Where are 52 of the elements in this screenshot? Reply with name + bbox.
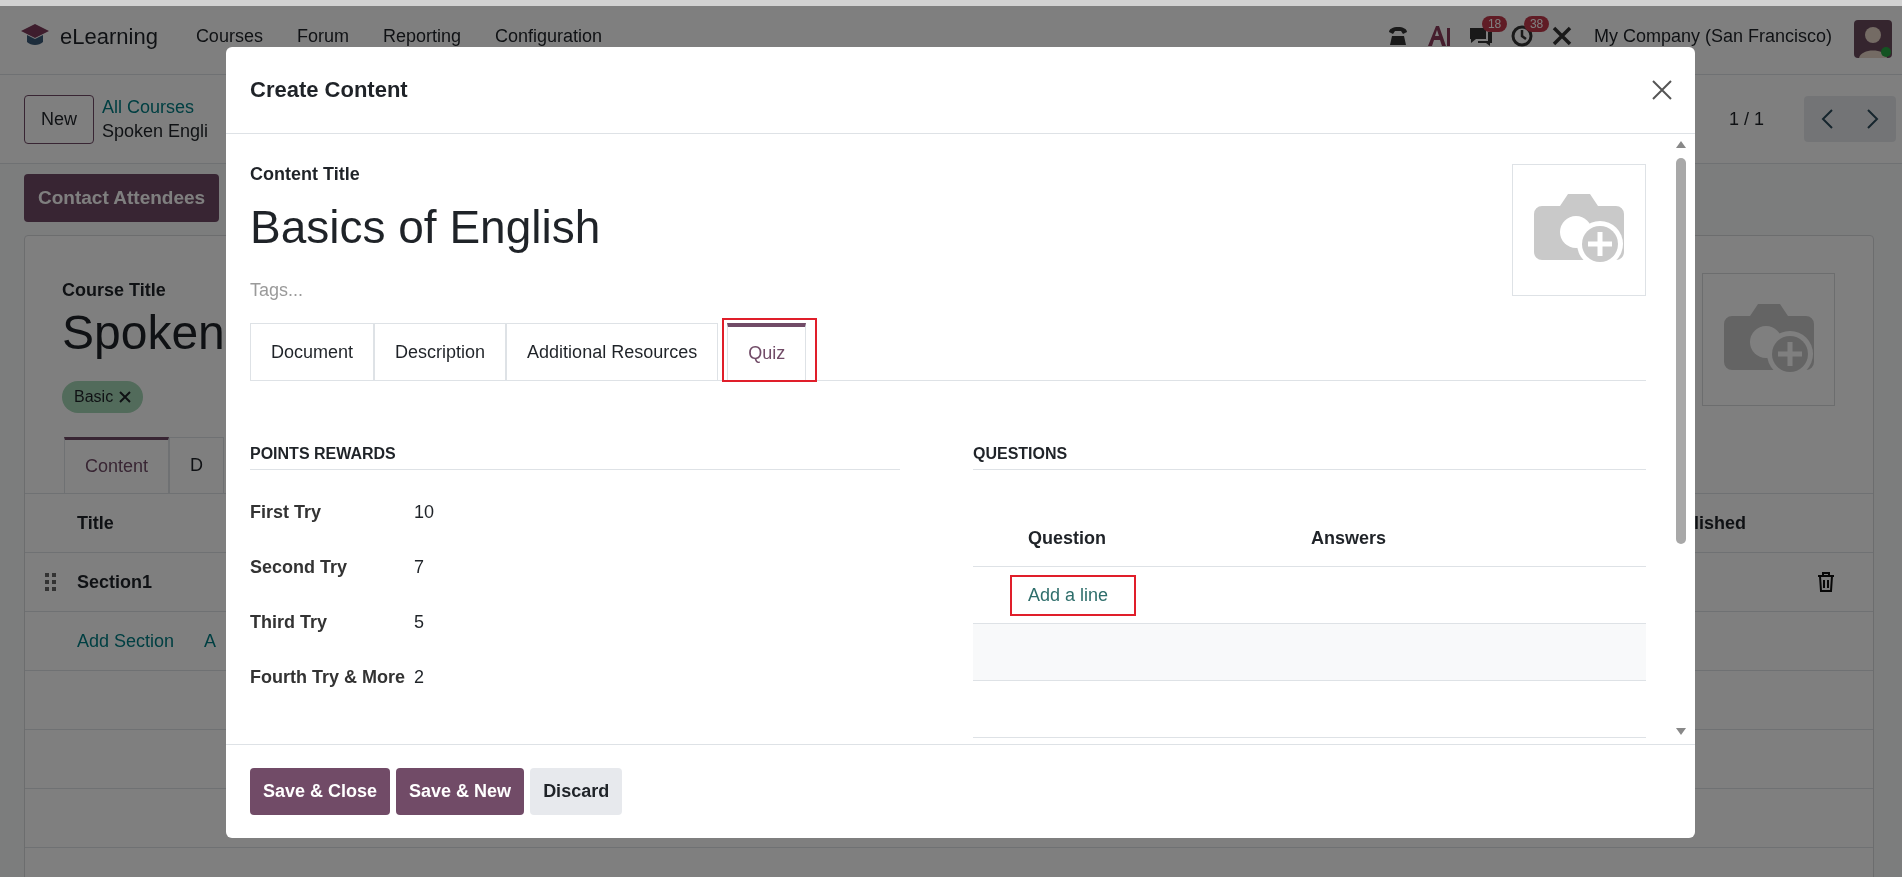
menu-item[interactable]: Forum <box>296 26 349 47</box>
menu-item[interactable]: Reporting <box>382 26 461 47</box>
footer-button[interactable]: Save & Close <box>250 768 391 815</box>
menu-item[interactable]: Courses <box>195 26 263 47</box>
column-header[interactable]: Answers <box>1311 527 1646 549</box>
chevron-right-icon <box>1866 108 1880 130</box>
column-header[interactable]: Question <box>1028 527 1311 549</box>
section-heading: QUESTIONS <box>973 445 1646 470</box>
notification-badge: 18 <box>1481 16 1508 32</box>
app-name[interactable]: eLearning <box>60 24 158 50</box>
points-value[interactable]: 5 <box>414 612 900 633</box>
tab[interactable]: Description <box>374 323 507 380</box>
remove-icon[interactable] <box>119 391 132 403</box>
course-title: Spoken <box>62 305 225 361</box>
contact-attendees-button[interactable]: Contact Attendees <box>24 174 220 222</box>
add-link[interactable]: A <box>204 630 217 651</box>
section-heading: POINTS REWARDS <box>250 445 900 470</box>
tag[interactable]: Basic <box>62 381 144 413</box>
section-title: Section1 <box>77 571 153 593</box>
pager-value[interactable]: 1 / 1 <box>1728 108 1764 130</box>
field-label: Second Try <box>250 557 349 578</box>
field-label: Content Title <box>250 164 361 185</box>
tab[interactable]: D <box>169 437 225 493</box>
points-value[interactable]: 7 <box>414 557 900 578</box>
points-value[interactable]: 10 <box>414 502 900 523</box>
menu-item[interactable]: Configuration <box>494 26 603 47</box>
tab[interactable]: Additional Resources <box>506 323 719 380</box>
column-header[interactable]: lished <box>1694 512 1873 534</box>
notification-badge: 38 <box>1523 16 1550 32</box>
drag-handle-icon[interactable] <box>45 573 57 591</box>
new-button[interactable]: New <box>24 94 94 144</box>
add-link[interactable]: Add Section <box>77 630 175 651</box>
field-label: Third Try <box>250 612 328 633</box>
field-label: Course Title <box>62 280 167 301</box>
company-switcher[interactable]: My Company (San Francisco) <box>1593 26 1832 47</box>
chevron-left-icon <box>1820 108 1834 130</box>
dialog-title: Create Content <box>250 77 408 103</box>
tab[interactable]: Quiz <box>727 323 807 380</box>
footer-button[interactable]: Discard <box>530 768 623 815</box>
field-label: Fourth Try & More <box>250 667 406 688</box>
breadcrumb-current: Spoken Engli <box>102 120 209 143</box>
add-line-link[interactable]: Add a line <box>1028 584 1109 605</box>
footer-button[interactable]: Save & New <box>396 768 525 815</box>
points-value[interactable]: 2 <box>414 667 900 688</box>
trash-icon[interactable] <box>1817 572 1835 592</box>
breadcrumb-link[interactable]: All Courses <box>102 95 209 119</box>
content-title-field[interactable]: Basics of English <box>250 191 601 263</box>
tab[interactable]: Document <box>250 323 375 380</box>
user-avatar[interactable] <box>1854 20 1892 58</box>
tab[interactable]: Content <box>64 437 170 493</box>
field-label: First Try <box>250 502 323 523</box>
ai-icon[interactable] <box>1425 24 1452 48</box>
